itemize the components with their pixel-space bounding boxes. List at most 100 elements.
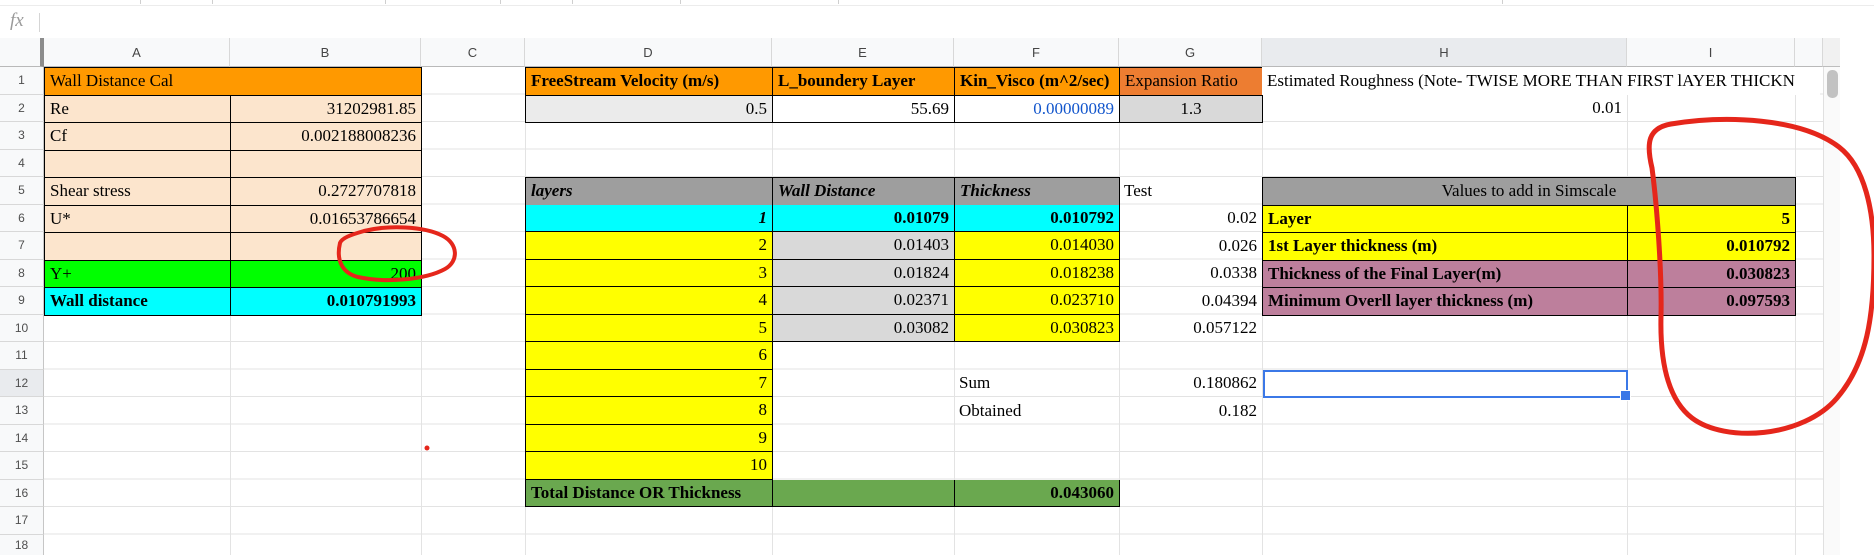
- row-header-15[interactable]: 15: [0, 452, 44, 480]
- row-header-5[interactable]: 5: [0, 177, 44, 205]
- col-header-I[interactable]: I: [1627, 38, 1795, 67]
- cell-G9[interactable]: 0.04394: [1119, 287, 1262, 315]
- cell-F2[interactable]: 0.00000089: [955, 95, 1120, 123]
- cell-A7[interactable]: [45, 233, 231, 261]
- cell-G10[interactable]: 0.057122: [1119, 315, 1262, 343]
- row-header-12[interactable]: 12: [0, 369, 44, 397]
- cell-I8-final-layer-value[interactable]: 0.030823: [1628, 260, 1796, 288]
- row-header-3[interactable]: 3: [0, 122, 44, 150]
- cell-F16-total-value[interactable]: 0.043060: [955, 479, 1120, 507]
- row-header-9[interactable]: 9: [0, 287, 44, 315]
- col-header-C[interactable]: C: [421, 38, 525, 67]
- row-header-6[interactable]: 6: [0, 204, 44, 232]
- cell-A1-title[interactable]: Wall Distance Cal: [45, 68, 422, 96]
- cell-F6[interactable]: 0.010792: [955, 204, 1120, 232]
- row-header-7[interactable]: 7: [0, 232, 44, 260]
- cell-E16[interactable]: [773, 479, 955, 507]
- cell-D2[interactable]: 0.5: [526, 95, 773, 123]
- cell-B7[interactable]: [231, 233, 422, 261]
- cell-G1[interactable]: Expansion Ratio: [1120, 68, 1263, 96]
- cell-E6[interactable]: 0.01079: [773, 204, 955, 232]
- row-header-8[interactable]: 8: [0, 259, 44, 287]
- row-header-14[interactable]: 14: [0, 424, 44, 452]
- cell-F9[interactable]: 0.023710: [955, 287, 1120, 315]
- cell-F1[interactable]: Kin_Visco (m^2/sec): [955, 68, 1120, 96]
- row-header-1[interactable]: 1: [0, 67, 44, 95]
- cell-A4[interactable]: [45, 150, 231, 178]
- select-all-corner[interactable]: [0, 38, 44, 67]
- cell-B2[interactable]: 31202981.85: [231, 95, 422, 123]
- row-header-11[interactable]: 11: [0, 342, 44, 370]
- cell-G2[interactable]: 1.3: [1120, 95, 1263, 123]
- cell-F10[interactable]: 0.030823: [955, 314, 1120, 342]
- cell-H7-first-layer[interactable]: 1st Layer thickness (m): [1263, 233, 1628, 261]
- cell-H6-layer[interactable]: Layer: [1263, 205, 1628, 233]
- row-header-16[interactable]: 16: [0, 479, 44, 507]
- cell-B6[interactable]: 0.01653786654: [231, 205, 422, 233]
- cell-F8[interactable]: 0.018238: [955, 259, 1120, 287]
- cell-E2[interactable]: 55.69: [773, 95, 955, 123]
- cell-I9-min-overall-value[interactable]: 0.097593: [1628, 288, 1796, 316]
- row-header-10[interactable]: 10: [0, 314, 44, 342]
- cell-E10[interactable]: 0.03082: [773, 314, 955, 342]
- cell-B3[interactable]: 0.002188008236: [231, 123, 422, 151]
- col-header-A[interactable]: A: [44, 38, 230, 67]
- row-header-17[interactable]: 17: [0, 507, 44, 535]
- row-header-2[interactable]: 2: [0, 94, 44, 122]
- selected-cell-H12[interactable]: [1263, 369, 1631, 401]
- vertical-scrollbar-track[interactable]: [1823, 67, 1840, 555]
- cell-A2[interactable]: Re: [45, 95, 231, 123]
- cell-B9-wall-distance-value[interactable]: 0.010791993: [231, 288, 422, 316]
- cell-D14[interactable]: 9: [526, 424, 773, 452]
- row-header-13[interactable]: 13: [0, 397, 44, 425]
- row-header-4[interactable]: 4: [0, 149, 44, 177]
- cell-I7-first-layer-value[interactable]: 0.010792: [1628, 233, 1796, 261]
- cell-G8[interactable]: 0.0338: [1119, 260, 1262, 288]
- cell-D13[interactable]: 8: [526, 397, 773, 425]
- cell-G12-sum-value[interactable]: 0.180862: [1119, 370, 1262, 398]
- col-header-G[interactable]: G: [1119, 38, 1262, 67]
- cell-A9-wall-distance[interactable]: Wall distance: [45, 288, 231, 316]
- vertical-scrollbar-thumb[interactable]: [1827, 70, 1838, 98]
- cell-A3[interactable]: Cf: [45, 123, 231, 151]
- cell-D7[interactable]: 2: [526, 232, 773, 260]
- cell-D6[interactable]: 1: [526, 204, 773, 232]
- cell-G5-test-header[interactable]: Test: [1119, 177, 1262, 205]
- cell-G7[interactable]: 0.026: [1119, 232, 1262, 260]
- cell-H8-final-layer[interactable]: Thickness of the Final Layer(m): [1263, 260, 1628, 288]
- cell-A8-yplus[interactable]: Y+: [45, 260, 231, 288]
- row-header-18[interactable]: 18: [0, 534, 44, 555]
- cell-D1[interactable]: FreeStream Velocity (m/s): [526, 68, 773, 96]
- col-header-F[interactable]: F: [954, 38, 1119, 67]
- col-header-J-partial[interactable]: [1795, 38, 1823, 67]
- cell-D9[interactable]: 4: [526, 287, 773, 315]
- cell-F12-sum-label[interactable]: Sum: [954, 370, 1119, 398]
- cell-D12[interactable]: 7: [526, 369, 773, 397]
- cell-E1[interactable]: L_boundery Layer: [773, 68, 955, 96]
- cell-D8[interactable]: 3: [526, 259, 773, 287]
- cell-D16-total-label[interactable]: Total Distance OR Thickness: [526, 479, 773, 507]
- cell-G6[interactable]: 0.02: [1119, 205, 1262, 233]
- cell-A5[interactable]: Shear stress: [45, 178, 231, 206]
- formula-input[interactable]: [46, 8, 1834, 34]
- cell-E9[interactable]: 0.02371: [773, 287, 955, 315]
- cell-D10[interactable]: 5: [526, 314, 773, 342]
- cell-E7[interactable]: 0.01403: [773, 232, 955, 260]
- cell-B4[interactable]: [231, 150, 422, 178]
- cell-D5-layers-header[interactable]: layers: [526, 178, 773, 206]
- cell-E5-walldistance-header[interactable]: Wall Distance: [773, 178, 955, 206]
- cell-E8[interactable]: 0.01824: [773, 259, 955, 287]
- cell-H9-min-overall[interactable]: Minimum Overll layer thickness (m): [1263, 288, 1628, 316]
- cell-A6[interactable]: U*: [45, 205, 231, 233]
- cell-H5-simscale-title[interactable]: Values to add in Simscale: [1263, 178, 1796, 206]
- col-header-H[interactable]: H: [1262, 38, 1627, 67]
- fill-handle[interactable]: [1620, 390, 1631, 401]
- cell-F7[interactable]: 0.014030: [955, 232, 1120, 260]
- cell-H2-roughness-value[interactable]: 0.01: [1262, 95, 1627, 123]
- col-header-E[interactable]: E: [772, 38, 954, 67]
- cell-F13-obtained-label[interactable]: Obtained: [954, 397, 1119, 425]
- cell-B8-yplus-value[interactable]: 200: [231, 260, 422, 288]
- cell-I6-layer-value[interactable]: 5: [1628, 205, 1796, 233]
- col-header-D[interactable]: D: [525, 38, 772, 67]
- col-header-B[interactable]: B: [230, 38, 421, 67]
